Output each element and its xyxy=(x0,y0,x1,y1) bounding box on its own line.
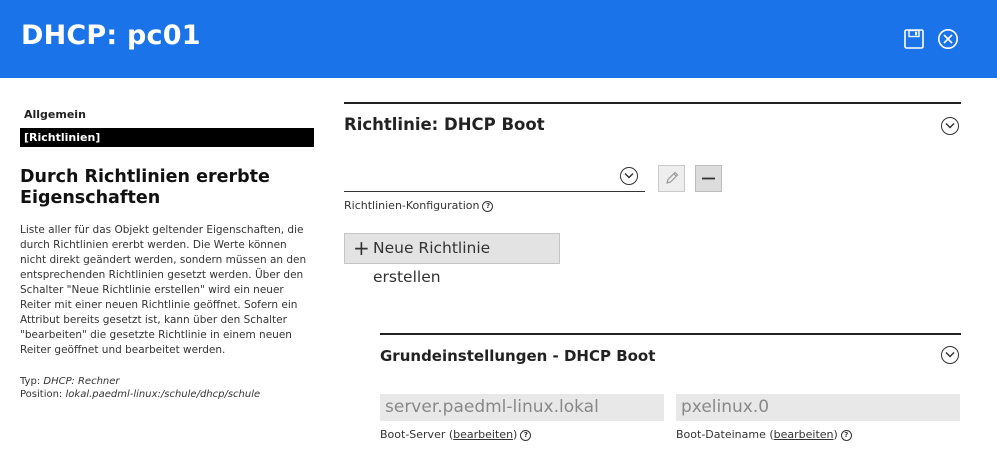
header-bar: DHCP: pc01 xyxy=(0,0,997,78)
boot-server-label: Boot-Server (bearbeiten)? xyxy=(380,428,532,441)
policy-section-title: Richtlinie: DHCP Boot xyxy=(344,115,545,134)
collapse-chevron-icon[interactable] xyxy=(941,346,959,364)
basic-section-title: Grundeinstellungen - DHCP Boot xyxy=(380,347,656,365)
close-icon[interactable] xyxy=(937,28,959,50)
sidebar-description: Liste aller für das Objekt geltender Eig… xyxy=(20,224,307,356)
help-icon[interactable]: ? xyxy=(840,430,852,441)
help-icon[interactable]: ? xyxy=(482,201,494,212)
section-divider xyxy=(380,333,961,335)
minus-icon xyxy=(702,177,715,180)
new-policy-button[interactable]: + Neue Richtlinie erstellen xyxy=(344,233,560,286)
save-icon[interactable] xyxy=(903,28,925,50)
edit-policy-button[interactable] xyxy=(658,165,685,192)
page-title: DHCP: pc01 xyxy=(21,20,201,51)
object-meta: Typ: DHCP: Rechner Position: lokal.paedm… xyxy=(20,375,314,401)
boot-server-field: server.paedml-linux.lokal xyxy=(380,394,664,421)
section-divider xyxy=(344,102,961,104)
remove-policy-button[interactable] xyxy=(695,165,722,192)
plus-icon: + xyxy=(353,236,370,260)
policy-config-select[interactable] xyxy=(344,163,645,192)
object-type: Typ: DHCP: Rechner xyxy=(20,376,120,387)
sidebar-title: Durch Richtlinien ererbte Eigenschaften xyxy=(20,167,270,208)
sidebar-item-allgemein[interactable]: Allgemein xyxy=(20,105,314,124)
help-icon[interactable]: ? xyxy=(520,430,532,441)
object-position: Position: lokal.paedml-linux:/schule/dhc… xyxy=(20,389,261,400)
policy-config-label: Richtlinien-Konfiguration? xyxy=(344,199,494,212)
collapse-chevron-icon[interactable] xyxy=(941,117,959,135)
sidebar-item-richtlinien[interactable]: [Richtlinien] xyxy=(20,128,314,147)
boot-server-edit-link[interactable]: bearbeiten xyxy=(453,428,513,441)
sidebar: Allgemein [Richtlinien] Durch Richtlinie… xyxy=(20,105,314,401)
pencil-icon xyxy=(666,171,679,184)
chevron-down-icon[interactable] xyxy=(620,167,638,185)
boot-file-label: Boot-Dateiname (bearbeiten)? xyxy=(676,428,852,441)
boot-file-field: pxelinux.0 xyxy=(676,394,960,421)
boot-file-edit-link[interactable]: bearbeiten xyxy=(774,428,834,441)
